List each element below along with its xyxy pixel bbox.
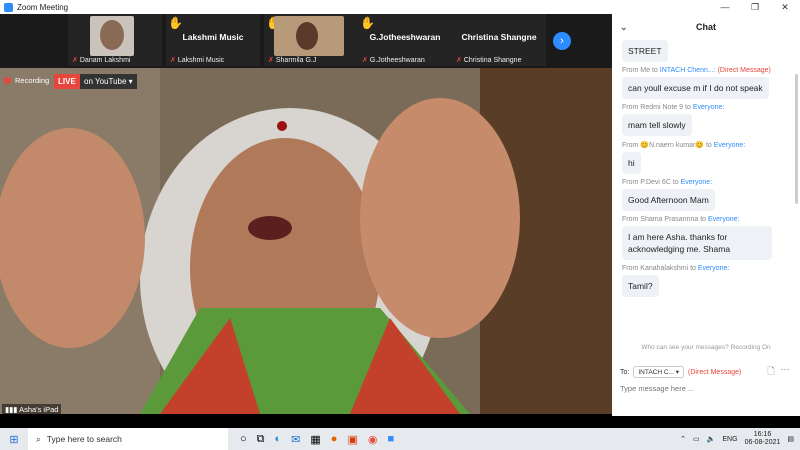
recording-label: Recording — [15, 76, 50, 85]
taskbar: ⊞ ⌕ Type here to search ○ ⧉ ◐ ✉ ▦ ● ▣ ◉ … — [0, 428, 800, 450]
message-text: Good Afternoon Mam — [622, 189, 715, 211]
message-sender: From Shama Prasannna to Everyone: — [622, 216, 740, 223]
chat-message: From Shama Prasannna to Everyone: I am h… — [622, 216, 800, 260]
minimize-button[interactable]: — — [710, 2, 740, 13]
participant-strip: ✗ Danam Lakshmi ✋ Lakshmi Music ✗ Lakshmi … — [0, 14, 612, 68]
chat-message: From Redmi Note 9 to Everyone: mam tell … — [622, 104, 800, 136]
participant-label: Christina Shangne — [463, 57, 522, 64]
speaker-name-label: ▮▮▮ Asha's iPad — [2, 404, 62, 415]
message-text: Tamil? — [622, 275, 659, 297]
to-label: To: — [620, 368, 630, 376]
collapse-chevron-icon[interactable]: ⌄ — [620, 14, 628, 40]
speaker-name: Asha's iPad — [19, 405, 59, 414]
participant-name: Lakshmi Music — [182, 32, 244, 42]
recipient-dropdown[interactable]: INTACH C... ▾ — [633, 366, 685, 378]
direct-message-label: (Direct Message) — [688, 368, 742, 376]
participant-name: G.Jotheeshwaran — [369, 32, 441, 42]
notification-icon[interactable]: ▤ — [787, 435, 794, 443]
chat-panel: ⌄ Chat STREET From Me to INTACH Chenn...… — [612, 14, 800, 416]
volume-icon[interactable]: 🔈 — [707, 435, 716, 443]
window-title: Zoom Meeting — [17, 2, 69, 12]
file-icon[interactable]: 🗋 — [767, 364, 774, 380]
chat-recipient-row: To: INTACH C... ▾ (Direct Message) 🗋 ⋯ — [620, 364, 790, 380]
language-indicator[interactable]: ENG — [722, 436, 737, 443]
chat-messages[interactable]: STREET From Me to INTACH Chenn...: (Dire… — [612, 40, 800, 358]
message-text: I am here Asha. thanks for acknowledging… — [622, 226, 772, 260]
chat-message: From P.Devi 6C to Everyone: Good Afterno… — [622, 179, 800, 211]
message-text: can youll excuse m if I do not speak — [622, 77, 769, 99]
message-text: mam tell slowly — [622, 114, 692, 136]
participant-tile[interactable]: ✋ G.Jotheeshwaran ✗ G.Jotheeshwaran — [358, 14, 452, 66]
message-sender: From 😊N.naern kumar😊 to Everyone: — [622, 142, 746, 149]
participant-label: G.Jotheeshwaran — [369, 57, 425, 64]
live-badge: LIVE — [54, 74, 80, 89]
chat-privacy-hint[interactable]: Who can see your messages? Recording On — [612, 344, 800, 351]
cortana-icon[interactable]: ○ — [240, 433, 247, 446]
recording-dot-icon — [4, 77, 11, 84]
chat-scrollbar[interactable] — [795, 74, 798, 204]
participant-label: Danam Lakshmi — [79, 57, 131, 64]
zoom-app-icon — [4, 2, 13, 12]
search-icon: ⌕ — [36, 433, 41, 444]
chevron-up-icon[interactable]: ⌃ — [680, 435, 686, 443]
next-page-button[interactable]: › — [553, 32, 571, 50]
participant-tile[interactable]: ✋ ✗Sharmila G.J — [264, 14, 358, 66]
raised-hand-icon: ✋ — [168, 16, 183, 30]
chat-title: Chat — [696, 22, 716, 32]
message-sender: From Me to INTACH Chenn...: (Direct Mess… — [622, 67, 771, 74]
window-title-bar: Zoom Meeting — ❐ ✕ — [0, 0, 800, 14]
message-sender: From Redmi Note 9 to Everyone: — [622, 104, 725, 111]
message-text: hi — [622, 152, 641, 174]
firefox-icon[interactable]: ● — [331, 433, 338, 446]
chat-message: From Kanahalakshmi to Everyone: Tamil? — [622, 265, 800, 297]
participant-tile[interactable]: ✗ Danam Lakshmi — [68, 14, 162, 66]
mail-icon[interactable]: ✉ — [291, 433, 300, 446]
mic-muted-icon: ✗ — [268, 57, 274, 64]
zoom-icon[interactable]: ■ — [387, 433, 394, 446]
mic-muted-icon: ✗ — [170, 57, 176, 64]
youtube-stream-button[interactable]: on YouTube ▾ — [80, 74, 137, 89]
participant-tile[interactable]: Christina Shangne ✗ Christina Shangne — [452, 14, 546, 66]
more-icon[interactable]: ⋯ — [781, 364, 790, 380]
chat-message: From Me to INTACH Chenn...: (Direct Mess… — [622, 67, 800, 99]
edge-icon[interactable]: ◐ — [275, 433, 282, 446]
office-icon[interactable]: ▣ — [347, 433, 357, 446]
message-text: STREET — [622, 40, 668, 62]
clock[interactable]: 16:16 06-08-2021 — [745, 431, 781, 447]
participant-label: Lakshmi Music — [177, 57, 225, 64]
mic-muted-icon: ✗ — [456, 57, 462, 64]
mic-muted-icon: ✗ — [362, 57, 368, 64]
participant-label: Sharmila G.J — [275, 57, 317, 64]
participant-name: Christina Shangne — [461, 32, 537, 42]
chrome-icon[interactable]: ◉ — [368, 433, 378, 446]
task-view-icon[interactable]: ⧉ — [257, 433, 265, 446]
chat-message: STREET — [622, 40, 800, 62]
network-icon[interactable]: ▭ — [693, 435, 700, 443]
chat-input[interactable] — [620, 381, 792, 395]
participant-video — [90, 16, 134, 56]
raised-hand-icon: ✋ — [360, 16, 375, 30]
windows-start-icon[interactable]: ⊞ — [0, 433, 28, 446]
participant-video — [274, 16, 344, 56]
mic-muted-icon: ✗ — [72, 57, 78, 64]
signal-icon: ▮▮▮ — [5, 405, 18, 414]
maximize-button[interactable]: ❐ — [740, 2, 770, 13]
recording-indicator: Recording — [4, 76, 49, 85]
message-sender: From Kanahalakshmi to Everyone: — [622, 265, 730, 272]
close-button[interactable]: ✕ — [770, 2, 800, 13]
speaker-video-frame — [0, 68, 612, 414]
chat-message: From 😊N.naern kumar😊 to Everyone: hi — [622, 141, 800, 174]
store-icon[interactable]: ▦ — [310, 433, 320, 446]
participant-tile[interactable]: ✋ Lakshmi Music ✗ Lakshmi Music — [166, 14, 260, 66]
speaker-video — [0, 68, 612, 414]
message-sender: From P.Devi 6C to Everyone: — [622, 179, 713, 186]
taskbar-search[interactable]: ⌕ Type here to search — [28, 428, 228, 450]
search-placeholder: Type here to search — [46, 434, 122, 444]
